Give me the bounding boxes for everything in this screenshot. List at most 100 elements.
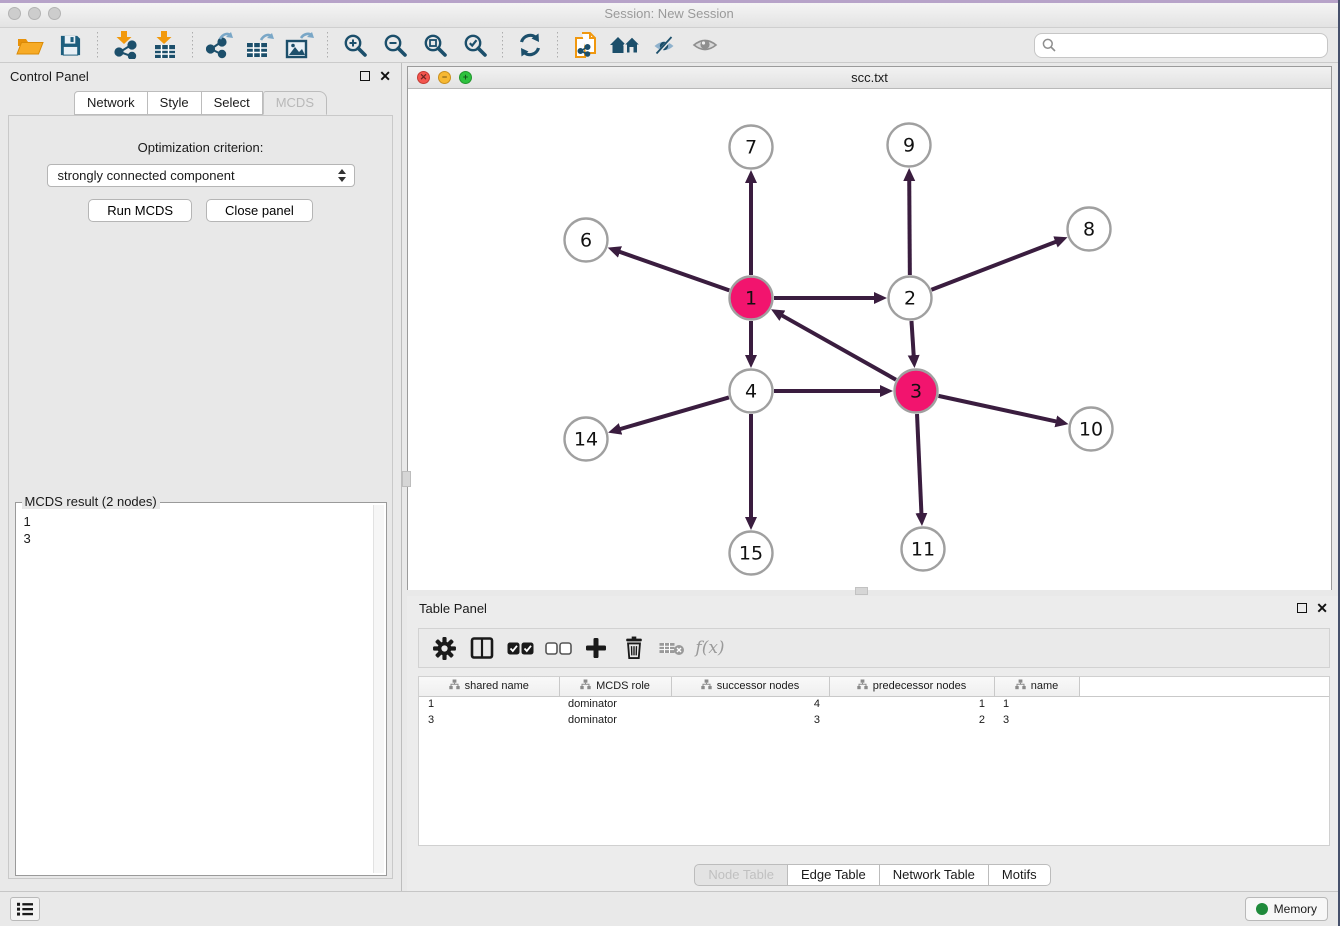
import-network-icon[interactable] xyxy=(107,30,143,60)
open-folder-icon[interactable] xyxy=(12,30,48,60)
column-header-successor-nodes[interactable]: successor nodes xyxy=(671,677,829,696)
search-box[interactable] xyxy=(1034,33,1328,58)
control-panel-title: Control Panel xyxy=(10,69,89,84)
gear-icon[interactable] xyxy=(427,633,461,663)
memory-label: Memory xyxy=(1274,902,1317,916)
column-header-predecessor-nodes[interactable]: predecessor nodes xyxy=(829,677,994,696)
tab-node-table[interactable]: Node Table xyxy=(694,864,788,886)
graph-edge-2-9[interactable] xyxy=(909,179,910,275)
graph-edge-2-8[interactable] xyxy=(931,241,1057,289)
select-stepper-icon xyxy=(338,169,346,182)
cell-predecessor-nodes[interactable]: 2 xyxy=(829,712,994,728)
zoom-window-button[interactable] xyxy=(48,7,61,20)
float-panel-icon[interactable] xyxy=(1297,603,1307,613)
cell-shared-name[interactable]: 1 xyxy=(419,696,559,712)
cell-name[interactable]: 3 xyxy=(994,712,1079,728)
result-scrollbar[interactable] xyxy=(373,505,384,873)
hierarchy-icon xyxy=(1015,679,1026,693)
network-canvas[interactable]: 7968124314101511 xyxy=(408,89,1331,594)
zoom-out-icon[interactable] xyxy=(377,30,413,60)
mcds-result-item: 1 xyxy=(24,513,378,530)
toolbar-separator xyxy=(557,32,558,58)
run-mcds-button[interactable]: Run MCDS xyxy=(88,199,192,222)
hide-selected-eye-icon[interactable] xyxy=(647,30,683,60)
network-minimize-button[interactable]: − xyxy=(438,71,451,84)
graph-edge-1-6[interactable] xyxy=(618,251,729,290)
duplicate-network-icon[interactable] xyxy=(567,30,603,60)
task-history-button[interactable] xyxy=(10,897,40,921)
tab-mcds[interactable]: MCDS xyxy=(263,91,327,115)
column-header-MCDS-role[interactable]: MCDS role xyxy=(559,677,671,696)
toolbar-separator xyxy=(192,32,193,58)
cell-predecessor-nodes[interactable]: 1 xyxy=(829,696,994,712)
graph-node-label-1: 1 xyxy=(745,288,757,310)
float-panel-icon[interactable] xyxy=(360,71,370,81)
table-row[interactable]: 1dominator411 xyxy=(419,696,1329,712)
graph-edge-3-11[interactable] xyxy=(917,414,921,515)
tab-select[interactable]: Select xyxy=(202,91,263,115)
table-panel-header: Table Panel ✕ xyxy=(407,596,1338,620)
toolbar-separator xyxy=(97,32,98,58)
close-window-button[interactable] xyxy=(8,7,21,20)
hierarchy-icon xyxy=(857,679,868,693)
cell-name[interactable]: 1 xyxy=(994,696,1079,712)
main-toolbar xyxy=(0,28,1338,63)
window-controls xyxy=(8,7,61,20)
import-table-icon[interactable] xyxy=(147,30,183,60)
select-all-checkbox-icon[interactable] xyxy=(503,633,537,663)
tab-network-table[interactable]: Network Table xyxy=(880,864,989,886)
graph-edge-3-1[interactable] xyxy=(781,315,896,380)
tab-network[interactable]: Network xyxy=(74,91,148,115)
show-all-eye-icon[interactable] xyxy=(687,30,723,60)
cell-successor-nodes[interactable]: 3 xyxy=(671,712,829,728)
graph-node-label-7: 7 xyxy=(745,137,757,159)
splitter-handle[interactable] xyxy=(855,587,868,595)
node-table[interactable]: shared nameMCDS rolesuccessor nodesprede… xyxy=(418,676,1330,846)
add-icon[interactable] xyxy=(579,633,613,663)
home-icon[interactable] xyxy=(607,30,643,60)
table-row[interactable]: 3dominator323 xyxy=(419,712,1329,728)
zoom-fit-icon[interactable] xyxy=(417,30,453,60)
search-input[interactable] xyxy=(1061,38,1320,52)
memory-button[interactable]: Memory xyxy=(1245,897,1328,921)
trash-icon[interactable] xyxy=(617,633,651,663)
export-image-icon[interactable] xyxy=(282,30,318,60)
graph-edge-3-10[interactable] xyxy=(938,396,1057,422)
graph-node-label-15: 15 xyxy=(739,543,763,565)
export-network-icon[interactable] xyxy=(202,30,238,60)
close-panel-button[interactable]: Close panel xyxy=(206,199,313,222)
toolbar-separator xyxy=(327,32,328,58)
export-table-icon[interactable] xyxy=(242,30,278,60)
column-header-shared-name[interactable]: shared name xyxy=(419,677,559,696)
cell-successor-nodes[interactable]: 4 xyxy=(671,696,829,712)
cell-filler xyxy=(1079,712,1329,728)
zoom-in-icon[interactable] xyxy=(337,30,373,60)
titlebar: Session: New Session xyxy=(0,0,1338,28)
tab-motifs[interactable]: Motifs xyxy=(989,864,1051,886)
column-header-name[interactable]: name xyxy=(994,677,1079,696)
tab-edge-table[interactable]: Edge Table xyxy=(788,864,880,886)
horizontal-splitter[interactable] xyxy=(407,590,1338,596)
close-panel-icon[interactable]: ✕ xyxy=(379,71,391,81)
graph-edge-2-3[interactable] xyxy=(911,321,913,357)
optimization-criterion-select[interactable]: strongly connected component xyxy=(47,164,355,187)
cell-MCDS-role[interactable]: dominator xyxy=(559,712,671,728)
splitter-handle[interactable] xyxy=(402,471,411,487)
graph-node-label-11: 11 xyxy=(911,539,935,561)
deselect-all-checkbox-icon[interactable] xyxy=(541,633,575,663)
graph-edge-4-14[interactable] xyxy=(619,397,729,429)
close-panel-icon[interactable]: ✕ xyxy=(1316,603,1328,613)
network-maximize-button[interactable]: + xyxy=(459,71,472,84)
zoom-selected-icon[interactable] xyxy=(457,30,493,60)
refresh-icon[interactable] xyxy=(512,30,548,60)
network-close-button[interactable]: ✕ xyxy=(417,71,430,84)
minimize-window-button[interactable] xyxy=(28,7,41,20)
function-builder-icon[interactable]: f(x) xyxy=(693,633,727,663)
delete-table-icon[interactable] xyxy=(655,633,689,663)
vertical-splitter[interactable] xyxy=(401,63,407,891)
cell-shared-name[interactable]: 3 xyxy=(419,712,559,728)
save-icon[interactable] xyxy=(52,30,88,60)
columns-icon[interactable] xyxy=(465,633,499,663)
cell-MCDS-role[interactable]: dominator xyxy=(559,696,671,712)
tab-style[interactable]: Style xyxy=(148,91,202,115)
